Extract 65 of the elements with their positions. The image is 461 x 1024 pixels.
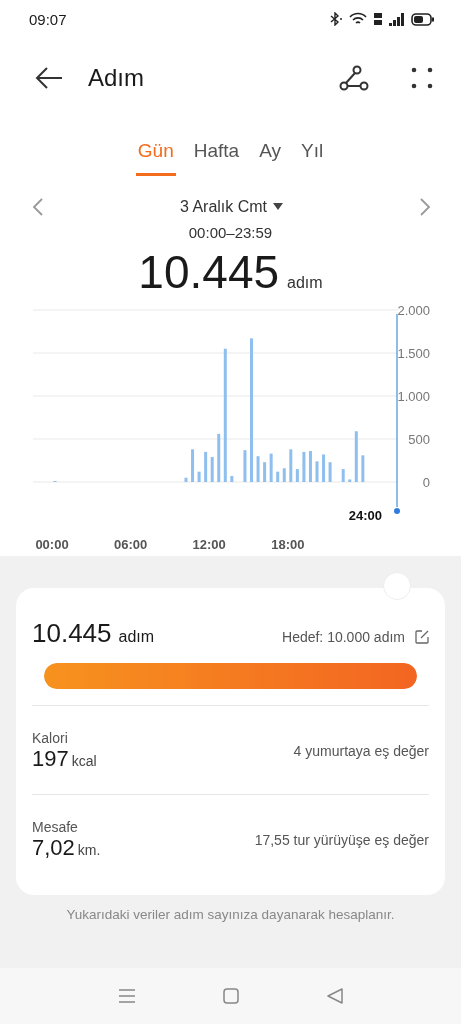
goal-text: Hedef: 10.000 adım	[282, 629, 405, 645]
step-bar	[328, 462, 332, 482]
signal-icon	[389, 12, 405, 26]
stat-unit: km.	[77, 842, 101, 858]
step-bar	[269, 453, 273, 482]
dropdown-icon	[273, 203, 284, 211]
step-unit: adım	[287, 274, 323, 292]
period-tab[interactable]: Yıl	[299, 130, 326, 176]
step-bar	[243, 450, 247, 482]
stat-note: 4 yumurtaya eş değer	[293, 743, 429, 759]
stat-label: Mesafe	[32, 819, 79, 835]
date-picker[interactable]: 3 Aralık Cmt	[173, 197, 290, 217]
y-axis-label: 1.000	[397, 389, 430, 404]
step-bar	[230, 476, 234, 482]
footnote: Yukarıdaki veriler adım sayınıza dayanarak hesaplanır.	[65, 907, 396, 922]
step-bar	[191, 449, 195, 482]
step-bar	[276, 471, 280, 482]
x-axis-label: 12:00	[192, 537, 226, 552]
back-icon[interactable]	[326, 988, 343, 1004]
period-tab[interactable]: Hafta	[191, 130, 242, 176]
x-axis-label: 18:00	[271, 537, 305, 552]
step-bar	[289, 449, 293, 482]
step-bar	[361, 455, 365, 482]
home-icon[interactable]	[222, 988, 239, 1004]
time-cursor[interactable]	[394, 313, 400, 514]
step-bar	[263, 462, 267, 482]
stat-value: 7,02	[32, 835, 75, 861]
stat-label: Kalori	[32, 730, 69, 746]
y-axis-label: 1.500	[397, 346, 430, 361]
step-bar	[341, 469, 345, 482]
stat-unit: kcal	[71, 753, 97, 769]
step-bar	[348, 479, 352, 482]
y-axis-label: 500	[408, 432, 430, 447]
step-bar	[210, 457, 214, 482]
y-axis-label: 2.000	[397, 303, 430, 318]
step-bar	[308, 451, 312, 482]
step-bar	[282, 468, 286, 482]
edit-icon[interactable]	[415, 630, 429, 644]
y-axis-label: 0	[422, 475, 430, 490]
stat-note: 17,55 tur yürüyüşe eş değer	[254, 832, 429, 848]
step-bar	[204, 451, 208, 482]
step-bar	[256, 456, 260, 482]
x-axis-label: 00:00	[35, 537, 69, 552]
step-bar	[217, 433, 221, 482]
step-bar	[315, 461, 319, 482]
step-total: 10.445	[138, 245, 280, 299]
battery-icon	[411, 12, 435, 26]
x-axis-label: 06:00	[114, 537, 148, 552]
cursor-time: 24:00	[348, 508, 382, 523]
status-time: 09:07	[29, 10, 67, 28]
step-bar	[322, 454, 326, 482]
steps-value: 10.445	[32, 618, 112, 649]
menu-icon[interactable]	[118, 989, 135, 1003]
bluetooth-icon	[330, 12, 343, 26]
step-bar	[295, 469, 299, 482]
page-title: Adım	[88, 64, 145, 92]
step-bar	[184, 477, 188, 482]
step-bar	[354, 431, 358, 482]
time-range: 00:00–23:59	[187, 224, 274, 241]
steps-unit: adım	[118, 628, 155, 646]
step-bar	[197, 471, 201, 482]
wifi-icon	[349, 12, 367, 26]
stat-value: 197	[32, 746, 69, 772]
step-bar	[302, 451, 306, 482]
period-tab[interactable]: Ay	[257, 130, 283, 176]
